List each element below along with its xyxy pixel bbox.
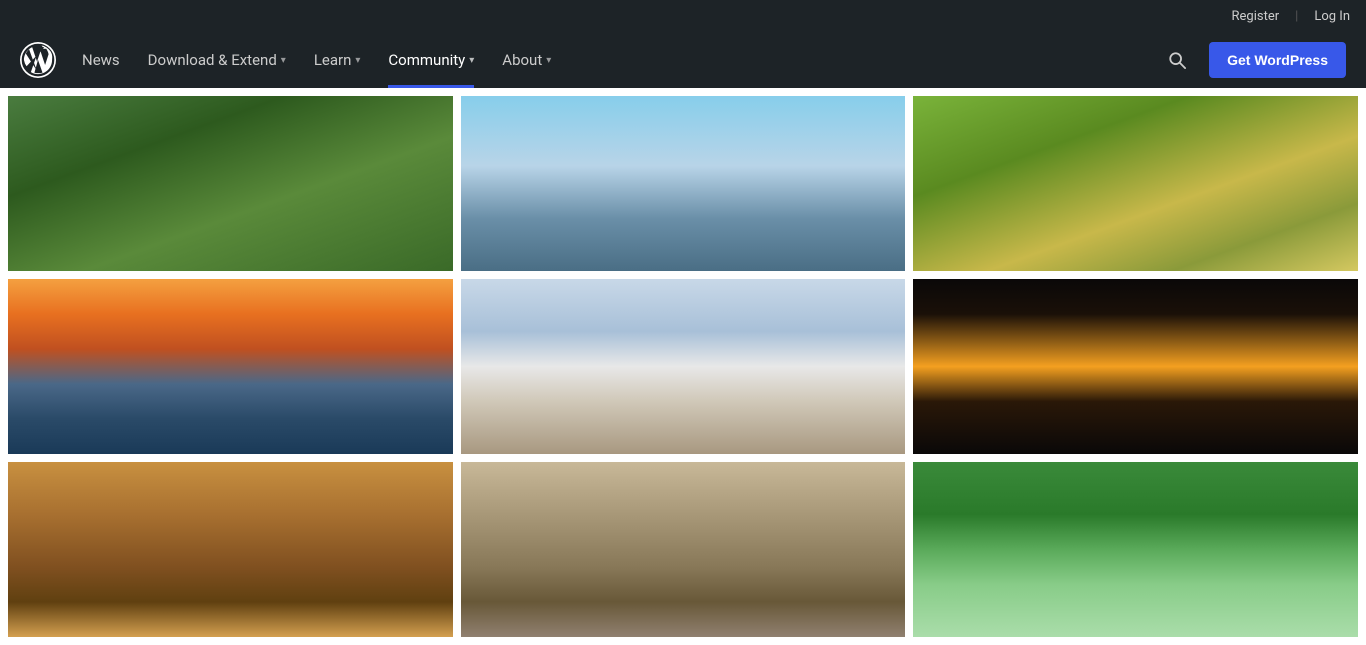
photo-image-7 (8, 462, 453, 637)
photo-image-3 (913, 96, 1358, 271)
photo-image-4 (8, 279, 453, 454)
photo-image-2 (461, 96, 906, 271)
navbar-right: Get WordPress (1157, 40, 1346, 80)
auth-bar: Register | Log In (0, 0, 1366, 32)
photo-image-5 (461, 279, 906, 454)
photo-item-9[interactable] (913, 462, 1358, 637)
photo-item-8[interactable] (461, 462, 906, 637)
nav-news[interactable]: News (68, 32, 134, 88)
photo-item-1[interactable] (8, 96, 453, 271)
login-link[interactable]: Log In (1314, 9, 1350, 24)
register-link[interactable]: Register (1232, 9, 1280, 24)
photo-item-7[interactable] (8, 462, 453, 637)
photo-image-8 (461, 462, 906, 637)
photo-image-9 (913, 462, 1358, 637)
nav-about[interactable]: About ▾ (488, 32, 565, 88)
download-chevron-icon: ▾ (281, 55, 286, 66)
photo-image-1 (8, 96, 453, 271)
search-button[interactable] (1157, 40, 1197, 80)
search-icon (1168, 51, 1186, 69)
get-wordpress-button[interactable]: Get WordPress (1209, 42, 1346, 78)
nav-community[interactable]: Community ▾ (374, 32, 488, 88)
photo-item-2[interactable] (461, 96, 906, 271)
photo-item-6[interactable] (913, 279, 1358, 454)
community-chevron-icon: ▾ (469, 55, 474, 66)
about-chevron-icon: ▾ (546, 55, 551, 66)
photo-image-6 (913, 279, 1358, 454)
photo-item-3[interactable] (913, 96, 1358, 271)
nav-learn[interactable]: Learn ▾ (300, 32, 375, 88)
navbar: News Download & Extend ▾ Learn ▾ Communi… (0, 32, 1366, 88)
photo-item-4[interactable] (8, 279, 453, 454)
nav-download[interactable]: Download & Extend ▾ (134, 32, 300, 88)
auth-divider: | (1295, 9, 1298, 24)
learn-chevron-icon: ▾ (355, 55, 360, 66)
photo-grid (0, 88, 1366, 645)
nav-links: News Download & Extend ▾ Learn ▾ Communi… (68, 32, 1157, 88)
wordpress-logo[interactable] (20, 42, 56, 78)
photo-item-5[interactable] (461, 279, 906, 454)
